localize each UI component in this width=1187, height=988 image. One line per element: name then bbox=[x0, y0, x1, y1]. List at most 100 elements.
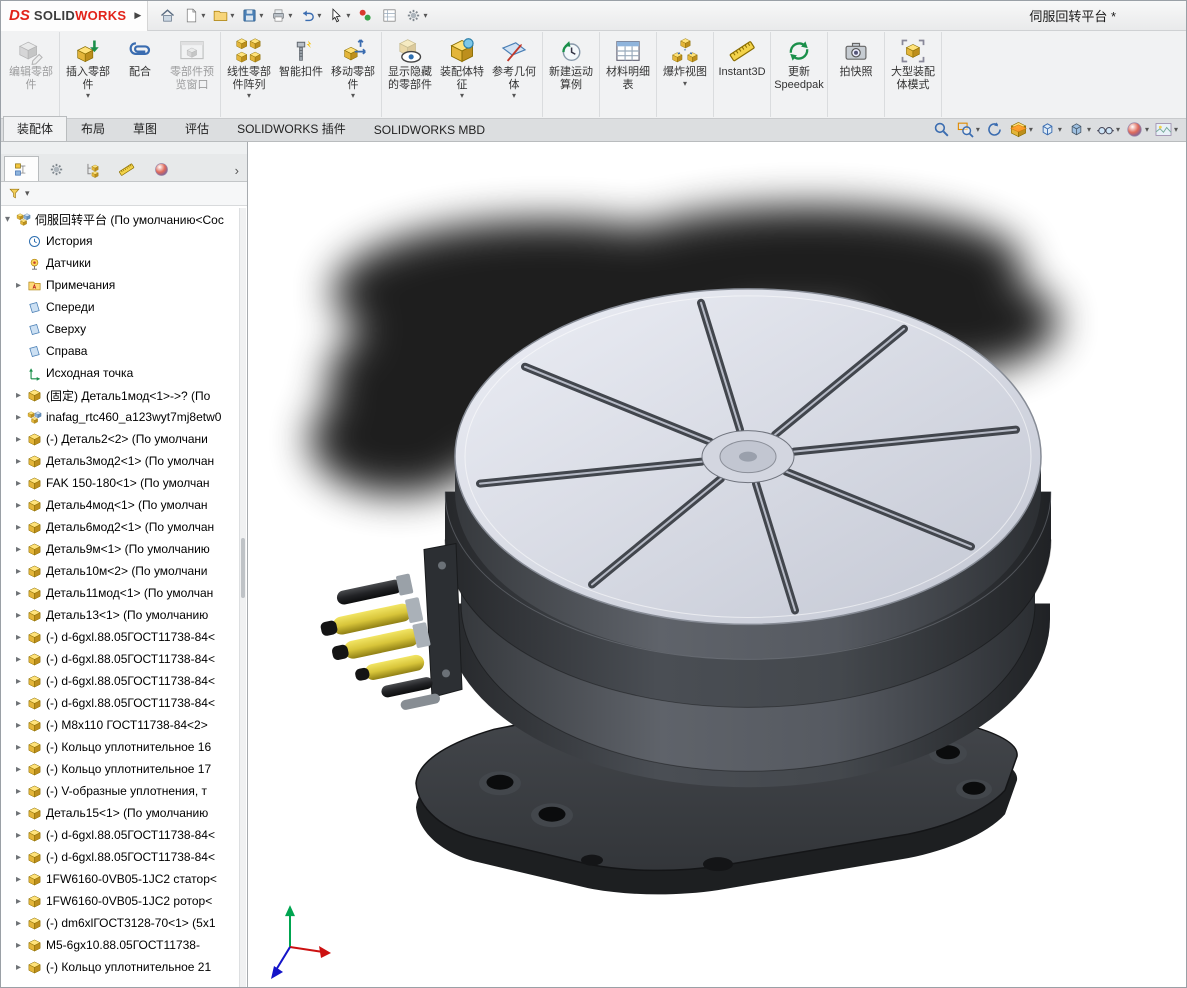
expand-arrow[interactable]: ▸ bbox=[16, 654, 27, 665]
tree-item[interactable]: ▸ (-) d-6gxl.88.05ГОСТ11738-84< bbox=[1, 692, 247, 714]
ribbon-button[interactable]: 零部件预览窗口 ▾ bbox=[166, 32, 218, 117]
expand-arrow[interactable]: ▸ bbox=[16, 896, 27, 907]
qat-button-save[interactable]: ▾ bbox=[238, 5, 266, 26]
expand-arrow[interactable]: ▸ bbox=[16, 522, 27, 533]
panel-tab-configurationmanager[interactable] bbox=[74, 156, 109, 181]
filter-caret[interactable]: ▾ bbox=[25, 188, 30, 199]
expand-arrow[interactable]: ▸ bbox=[16, 962, 27, 973]
ribbon-button[interactable]: 装配体特征 ▾ bbox=[436, 32, 488, 117]
qat-button-file-properties[interactable]: ▾ bbox=[378, 5, 401, 26]
view-tool-display-style[interactable]: ▾ bbox=[1067, 120, 1091, 139]
tree-item[interactable]: ▸ (-) V-образные уплотнения, т bbox=[1, 780, 247, 802]
expand-arrow[interactable]: ▸ bbox=[16, 786, 27, 797]
expand-arrow[interactable]: ▸ bbox=[16, 434, 27, 445]
view-tool-previous-view[interactable]: ▾ bbox=[985, 120, 1004, 139]
expand-arrow[interactable]: ▸ bbox=[16, 610, 27, 621]
panel-tab-displaymanager[interactable] bbox=[144, 156, 179, 181]
tree-item[interactable]: ▸ Деталь15<1> (По умолчанию bbox=[1, 802, 247, 824]
tree-item[interactable]: ▸ Деталь6мод2<1> (По умолчан bbox=[1, 516, 247, 538]
qat-button-home[interactable]: ▾ bbox=[156, 5, 179, 26]
panel-tab-propertymanager[interactable] bbox=[39, 156, 74, 181]
tree-item[interactable]: ▸ 1FW6160-0VB05-1JC2 статор< bbox=[1, 868, 247, 890]
qat-button-open[interactable]: ▾ bbox=[209, 5, 237, 26]
tree-item[interactable]: ▸ (-) Кольцо уплотнительное 21 bbox=[1, 956, 247, 978]
expand-arrow[interactable]: ▸ bbox=[16, 830, 27, 841]
view-tool-apply-scene[interactable]: ▾ bbox=[1154, 120, 1178, 139]
ribbon-button[interactable]: 智能扣件 ▾ bbox=[275, 32, 327, 117]
tree-item[interactable]: Исходная точка bbox=[1, 362, 247, 384]
tree-item[interactable]: ▸ (-) Кольцо уплотнительное 16 bbox=[1, 736, 247, 758]
qat-button-options[interactable]: ▾ bbox=[402, 5, 430, 26]
view-tool-zoom-to-area[interactable]: ▾ bbox=[956, 120, 980, 139]
panel-tab-featuremanager[interactable] bbox=[4, 156, 39, 181]
tree-item[interactable]: ▸ (-) d-6gxl.88.05ГОСТ11738-84< bbox=[1, 846, 247, 868]
ribbon-button[interactable]: 配合 ▾ bbox=[114, 32, 166, 117]
expand-arrow[interactable]: ▸ bbox=[16, 456, 27, 467]
tree-item[interactable]: ▸ (-) d-6gxl.88.05ГОСТ11738-84< bbox=[1, 626, 247, 648]
expand-arrow[interactable]: ▸ bbox=[16, 588, 27, 599]
tree-item[interactable]: ▸ Деталь11мод<1> (По умолчан bbox=[1, 582, 247, 604]
tree-item[interactable]: ▾ 伺服回转平台 (По умолчанию<Сос bbox=[1, 208, 247, 230]
tree-item[interactable]: ▸ FAK 150-180<1> (По умолчан bbox=[1, 472, 247, 494]
commandmanager-tab[interactable]: SOLIDWORKS 插件 bbox=[223, 116, 360, 141]
tree-item[interactable]: ▸ (-) dm6xlГОСТ3128-70<1> (5x1 bbox=[1, 912, 247, 934]
expand-arrow[interactable]: ▸ bbox=[16, 940, 27, 951]
view-tool-section-view[interactable]: ▾ bbox=[1009, 120, 1033, 139]
ribbon-button[interactable]: 爆炸视图 ▾ bbox=[659, 32, 711, 117]
tree-item[interactable]: ▸ (-) Кольцо уплотнительное 17 bbox=[1, 758, 247, 780]
ribbon-button[interactable]: 拍快照 ▾ bbox=[830, 32, 882, 117]
ribbon-button[interactable]: 线性零部件阵列 ▾ bbox=[223, 32, 275, 117]
tree-item[interactable]: ▸ Деталь13<1> (По умолчанию bbox=[1, 604, 247, 626]
ribbon-button[interactable]: 移动零部件 ▾ bbox=[327, 32, 379, 117]
filter-funnel-icon[interactable] bbox=[7, 186, 22, 201]
tree-item[interactable]: Датчики bbox=[1, 252, 247, 274]
tree-scrollbar[interactable] bbox=[239, 208, 246, 987]
view-tool-hide-show-items[interactable]: ▾ bbox=[1096, 120, 1120, 139]
ribbon-button[interactable]: 更新 Speedpak ▾ bbox=[773, 32, 825, 117]
qat-button-new-document[interactable]: ▾ bbox=[180, 5, 208, 26]
qat-button-undo[interactable]: ▾ bbox=[296, 5, 324, 26]
tree-item[interactable]: ▸ (-) d-6gxl.88.05ГОСТ11738-84< bbox=[1, 648, 247, 670]
ribbon-button[interactable]: 插入零部件 ▾ bbox=[62, 32, 114, 117]
expand-arrow[interactable]: ▸ bbox=[16, 632, 27, 643]
expand-arrow[interactable]: ▾ bbox=[5, 214, 16, 225]
expand-arrow[interactable]: ▸ bbox=[16, 764, 27, 775]
expand-arrow[interactable]: ▸ bbox=[16, 808, 27, 819]
tree-scrollbar-thumb[interactable] bbox=[241, 538, 245, 598]
tree-item[interactable]: ▸ (-) d-6gxl.88.05ГОСТ11738-84< bbox=[1, 670, 247, 692]
ribbon-button[interactable]: 显示隐藏的零部件 ▾ bbox=[384, 32, 436, 117]
commandmanager-tab[interactable]: 装配体 bbox=[3, 116, 67, 141]
expand-arrow[interactable]: ▸ bbox=[16, 566, 27, 577]
expand-arrow[interactable]: ▸ bbox=[16, 852, 27, 863]
tree-item[interactable]: ▸ 1FW6160-0VB05-1JC2 ротор< bbox=[1, 890, 247, 912]
tree-item[interactable]: ▸ (-) M8x110 ГОСТ11738-84<2> bbox=[1, 714, 247, 736]
expand-arrow[interactable]: ▸ bbox=[16, 390, 27, 401]
expand-arrow[interactable]: ▸ bbox=[16, 698, 27, 709]
3d-model-servo-rotary-platform[interactable] bbox=[248, 142, 1187, 988]
ribbon-button[interactable]: 材料明细表 ▾ bbox=[602, 32, 654, 117]
expand-arrow[interactable]: ▸ bbox=[16, 676, 27, 687]
tree-item[interactable]: ▸ (-) d-6gxl.88.05ГОСТ11738-84< bbox=[1, 824, 247, 846]
tree-item[interactable]: ▸ Деталь3мод2<1> (По умолчан bbox=[1, 450, 247, 472]
ribbon-button[interactable]: 新建运动算例 ▾ bbox=[545, 32, 597, 117]
qat-button-rebuild[interactable]: ▾ bbox=[354, 5, 377, 26]
expand-arrow[interactable]: ▸ bbox=[16, 918, 27, 929]
ribbon-button[interactable]: Instant3D ▾ bbox=[716, 32, 768, 117]
panel-flyout-arrow[interactable]: › bbox=[227, 163, 247, 181]
tree-item[interactable]: Справа bbox=[1, 340, 247, 362]
panel-tab-dimxpertmanager[interactable] bbox=[109, 156, 144, 181]
qat-button-print[interactable]: ▾ bbox=[267, 5, 295, 26]
ribbon-button[interactable]: 大型装配体模式 ▾ bbox=[887, 32, 939, 117]
expand-arrow[interactable]: ▸ bbox=[16, 280, 27, 291]
tree-item[interactable]: ▸ Деталь9м<1> (По умолчанию bbox=[1, 538, 247, 560]
expand-arrow[interactable]: ▸ bbox=[16, 412, 27, 423]
view-tool-view-orientation[interactable]: ▾ bbox=[1038, 120, 1062, 139]
expand-arrow[interactable]: ▸ bbox=[16, 478, 27, 489]
expand-arrow[interactable]: ▸ bbox=[16, 874, 27, 885]
tree-item[interactable]: Сверху bbox=[1, 318, 247, 340]
tree-item[interactable]: ▸ M5-6gx10.88.05ГОСТ11738- bbox=[1, 934, 247, 956]
commandmanager-tab[interactable]: 草图 bbox=[119, 116, 171, 141]
expand-arrow[interactable]: ▸ bbox=[16, 500, 27, 511]
ribbon-button[interactable]: 参考几何体 ▾ bbox=[488, 32, 540, 117]
expand-arrow[interactable]: ▸ bbox=[16, 544, 27, 555]
